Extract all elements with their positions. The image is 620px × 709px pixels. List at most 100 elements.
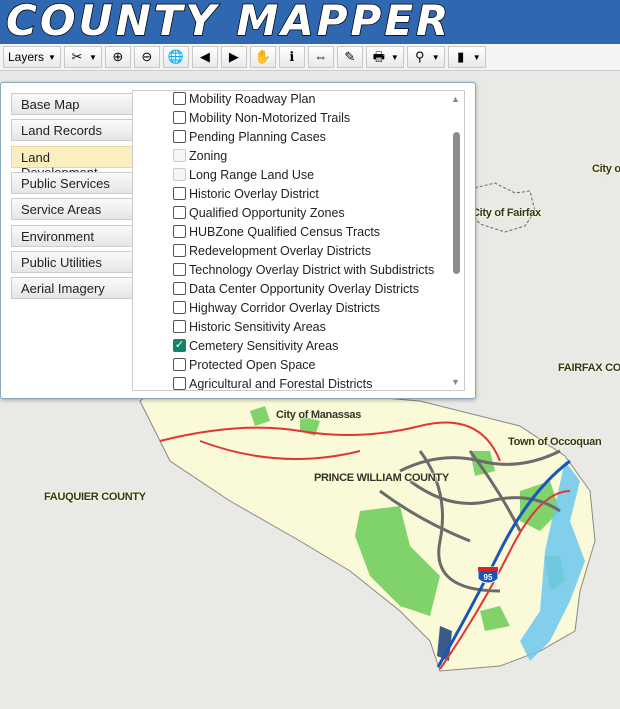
layer-item[interactable]: Mobility Roadway Plan — [173, 91, 316, 108]
tab-land-development[interactable]: Land Development — [11, 145, 133, 180]
pan-hand-icon: ✋ — [254, 49, 272, 64]
map-label: Town of Occoquan — [508, 436, 602, 448]
layer-checkbox[interactable] — [173, 206, 186, 219]
layer-label: Highway Corridor Overlay Districts — [189, 300, 381, 315]
previous-extent-button[interactable]: ◀ — [191, 46, 218, 68]
tab-aerial-imagery[interactable]: Aerial Imagery — [11, 277, 133, 300]
layer-label: Technology Overlay District with Subdist… — [189, 262, 435, 277]
identify-info-button[interactable]: ℹ — [278, 46, 305, 68]
tab-base-map[interactable]: Base Map — [11, 93, 133, 115]
layer-label: Data Center Opportunity Overlay District… — [189, 281, 419, 296]
print-button[interactable]: 🖶 ▼ — [365, 46, 404, 68]
zoom-out-button[interactable]: ⊖ — [133, 46, 160, 68]
next-extent-icon: ▶ — [228, 49, 239, 64]
chevron-down-icon: ▼ — [472, 52, 481, 62]
app-header: COUNTY MAPPER — [0, 0, 620, 46]
find-binoculars-button[interactable]: ⚲ ▼ — [406, 46, 445, 68]
layer-item[interactable]: Redevelopment Overlay Districts — [173, 241, 371, 260]
layer-item[interactable]: Mobility Non-Motorized Trails — [173, 108, 350, 127]
layer-item[interactable]: Pending Planning Cases — [173, 127, 326, 146]
layer-item[interactable]: Highway Corridor Overlay Districts — [173, 298, 380, 317]
map-label: City of Fairfax — [472, 207, 541, 219]
map-label: PRINCE WILLIAM COUNTY — [314, 472, 449, 484]
tab-public-services[interactable]: Public Services — [11, 171, 133, 194]
layer-checkbox[interactable] — [173, 92, 186, 105]
layer-checkbox[interactable] — [173, 187, 186, 200]
find-binoculars-icon: ⚲ — [415, 49, 425, 64]
bookmark-book-button[interactable]: ▮ ▼ — [447, 46, 486, 68]
identify-info-icon: ℹ — [289, 49, 295, 64]
layer-label: Zoning — [189, 148, 228, 163]
layer-checkbox[interactable] — [173, 282, 186, 295]
chevron-down-icon: ▼ — [48, 52, 56, 62]
tab-environment[interactable]: Environment — [11, 224, 133, 247]
toolbar: Layers ▼ ✂ ▼ ⊕ ⊖ 🌐 ◀ ▶ ✋ ℹ ⇔ ✎ 🖶 ▼ ⚲ ▼ ▮ ▼ — [0, 44, 620, 71]
layer-checkbox — [173, 168, 186, 181]
layer-checkbox[interactable] — [173, 377, 186, 390]
full-extent-globe-icon: 🌐 — [167, 49, 185, 64]
layer-item[interactable]: Historic Overlay District — [173, 184, 319, 203]
layer-checkbox[interactable] — [173, 263, 186, 276]
layer-list[interactable]: ▲ ▼ Mobility Roadway Plan Mobility Non-Mo… — [132, 90, 465, 391]
layer-label: Mobility Roadway Plan — [189, 91, 316, 106]
tools-button[interactable]: ✂ ▼ — [63, 46, 102, 68]
print-icon: 🖶 — [372, 49, 386, 64]
layers-panel: Base MapLand RecordsLand DevelopmentPubl… — [0, 82, 476, 399]
layer-label: HUBZone Qualified Census Tracts — [189, 224, 381, 239]
layer-item[interactable]: Historic Sensitivity Areas — [173, 317, 326, 336]
scroll-down-icon[interactable]: ▼ — [451, 377, 460, 387]
tab-land-records[interactable]: Land Records — [11, 119, 133, 142]
layer-item[interactable]: Qualified Opportunity Zones — [173, 203, 345, 222]
next-extent-button[interactable]: ▶ — [220, 46, 247, 68]
shield-label: 95 — [484, 573, 493, 582]
full-extent-globe-button[interactable]: 🌐 — [162, 46, 189, 68]
layer-label: Mobility Non-Motorized Trails — [189, 110, 351, 125]
layer-checkbox[interactable] — [173, 301, 186, 314]
tab-public-utilities[interactable]: Public Utilities — [11, 250, 133, 273]
previous-extent-icon: ◀ — [199, 49, 210, 64]
layer-label: Agricultural and Forestal Districts — [189, 376, 373, 391]
layers-dropdown-button[interactable]: Layers ▼ — [3, 46, 61, 68]
layer-checkbox[interactable]: ✓ — [173, 339, 186, 352]
map-label: City of — [592, 163, 620, 175]
layer-item[interactable]: ✓ Cemetery Sensitivity Areas — [173, 336, 338, 355]
layer-checkbox[interactable] — [173, 111, 186, 124]
layer-item[interactable]: Long Range Land Use — [173, 165, 314, 184]
draw-pencil-button[interactable]: ✎ — [336, 46, 363, 68]
scroll-up-icon[interactable]: ▲ — [451, 94, 460, 104]
measure-button[interactable]: ⇔ — [307, 46, 334, 68]
layers-label: Layers — [8, 50, 45, 64]
layer-item[interactable]: Agricultural and Forestal Districts — [173, 374, 373, 391]
zoom-in-icon: ⊕ — [112, 49, 124, 64]
layer-item[interactable]: Technology Overlay District with Subdist… — [173, 260, 434, 279]
layer-label: Redevelopment Overlay Districts — [189, 243, 372, 258]
layer-item[interactable]: Zoning — [173, 146, 227, 165]
layer-checkbox — [173, 149, 186, 162]
layer-checkbox[interactable] — [173, 244, 186, 257]
layer-checkbox[interactable] — [173, 320, 186, 333]
layer-item[interactable]: Data Center Opportunity Overlay District… — [173, 279, 419, 298]
interstate-95-shield: 95 — [477, 566, 499, 584]
layer-label: Qualified Opportunity Zones — [189, 205, 345, 220]
layer-checkbox[interactable] — [173, 130, 186, 143]
chevron-down-icon: ▼ — [88, 52, 97, 62]
layer-label: Historic Overlay District — [189, 186, 319, 201]
map-label: FAIRFAX CO — [558, 362, 620, 374]
chevron-down-icon: ▼ — [390, 52, 399, 62]
pan-hand-button[interactable]: ✋ — [249, 46, 276, 68]
tab-service-areas[interactable]: Service Areas — [11, 198, 133, 221]
draw-pencil-icon: ✎ — [344, 49, 356, 64]
layer-label: Historic Sensitivity Areas — [189, 319, 326, 334]
chevron-down-icon: ▼ — [431, 52, 440, 62]
layer-item[interactable]: Protected Open Space — [173, 355, 315, 374]
layer-label: Long Range Land Use — [189, 167, 315, 182]
layer-item[interactable]: HUBZone Qualified Census Tracts — [173, 222, 380, 241]
layer-checkbox[interactable] — [173, 358, 186, 371]
scrollbar-thumb[interactable] — [453, 132, 460, 274]
zoom-in-button[interactable]: ⊕ — [104, 46, 131, 68]
measure-icon: ⇔ — [314, 49, 328, 64]
map-label: City of Manassas — [276, 409, 362, 421]
layer-checkbox[interactable] — [173, 225, 186, 238]
map-label: FAUQUIER COUNTY — [44, 491, 146, 503]
scrollbar[interactable]: ▲ ▼ — [451, 94, 461, 387]
